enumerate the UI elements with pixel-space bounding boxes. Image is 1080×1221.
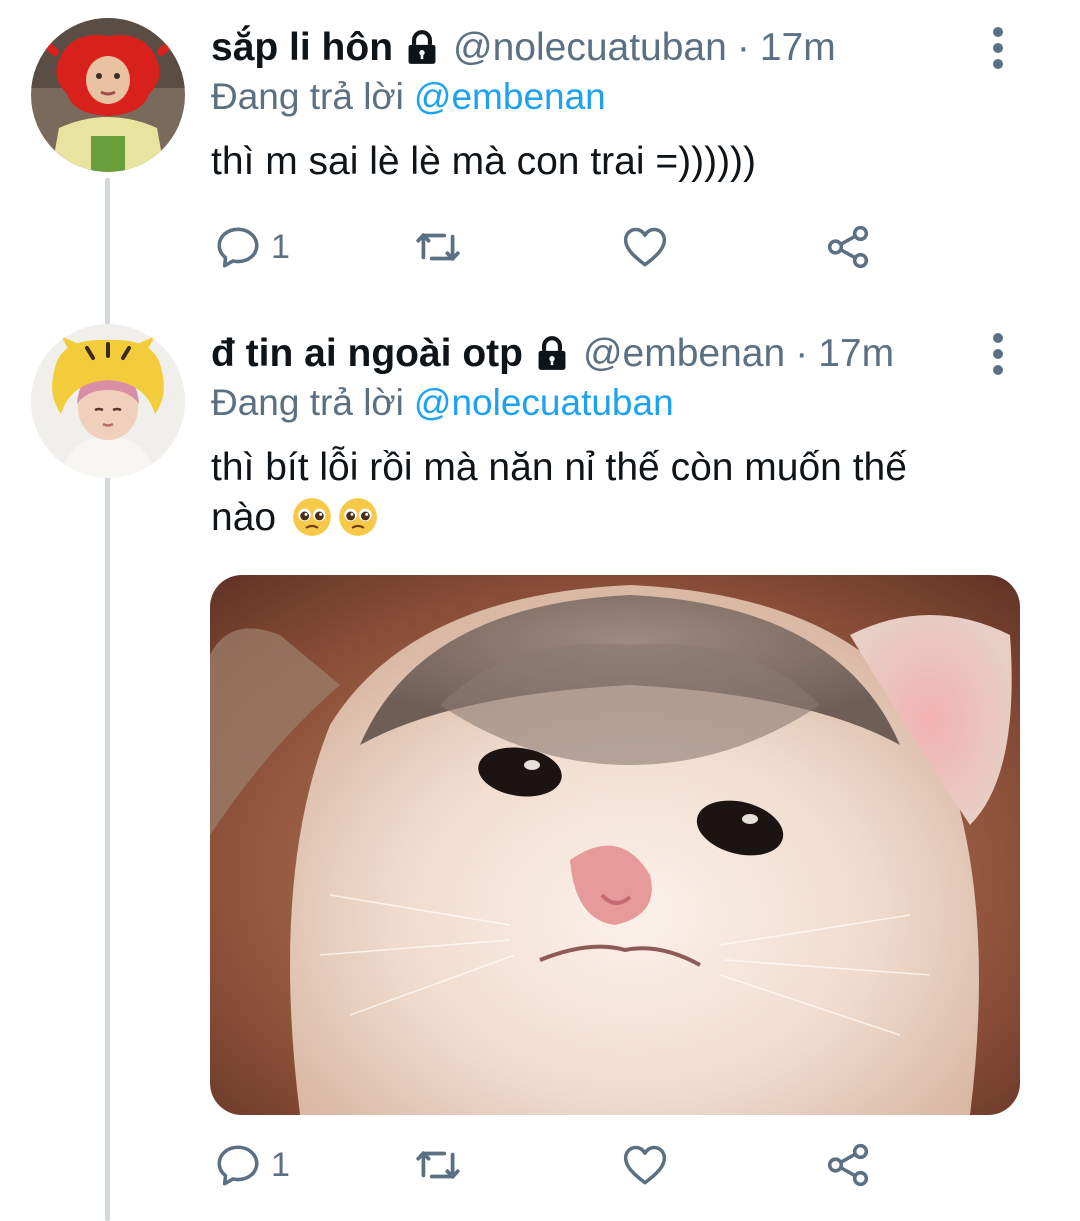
kitten-photo [210, 575, 1020, 1115]
pleading-face-emoji [293, 498, 331, 536]
user-handle[interactable]: @embenan [583, 331, 785, 377]
replying-to: Đang trả lời @embenan [211, 74, 606, 120]
lock-icon [408, 30, 436, 64]
like-button[interactable] [620, 219, 670, 275]
pleading-face-emoji [339, 498, 377, 536]
user-handle[interactable]: @nolecuatuban [453, 25, 727, 71]
display-name[interactable]: sắp li hôn [211, 25, 393, 71]
reply-count: 1 [271, 1145, 290, 1184]
mention-link[interactable]: @nolecuatuban [414, 382, 674, 423]
reply-button[interactable]: 1 [213, 219, 290, 275]
tweet-actions: 1 [213, 219, 893, 275]
tweet-header: đ tin ai ngoài otp @embenan · 17m [211, 331, 960, 377]
more-vertical-icon[interactable] [986, 27, 1010, 69]
share-button[interactable] [823, 1137, 873, 1193]
tweet-text: thì m sai lè lè mà con trai =)))))) [211, 140, 757, 183]
avatar[interactable] [31, 18, 185, 172]
reply-icon [217, 227, 259, 268]
heart-icon [623, 1145, 667, 1185]
replying-to: Đang trả lời @nolecuatuban [211, 380, 674, 426]
more-vertical-icon[interactable] [986, 333, 1010, 375]
mention-link[interactable]: @embenan [414, 76, 606, 117]
tweet-header: sắp li hôn @nolecuatuban · 17m [211, 25, 960, 71]
tweet-actions: 1 [213, 1137, 893, 1193]
reply-count: 1 [271, 227, 290, 266]
retweet-button[interactable] [413, 1137, 463, 1193]
display-name[interactable]: đ tin ai ngoài otp [211, 331, 523, 377]
lock-icon [538, 336, 566, 370]
replying-to-label: Đang trả lời [211, 382, 404, 423]
share-button[interactable] [823, 219, 873, 275]
avatar[interactable] [31, 324, 185, 478]
retweet-button[interactable] [413, 219, 463, 275]
retweet-icon [416, 1151, 460, 1179]
share-icon [827, 225, 869, 269]
replying-to-label: Đang trả lời [211, 76, 404, 117]
share-icon [827, 1143, 869, 1187]
reply-icon [217, 1145, 259, 1186]
separator-dot: · [736, 26, 750, 69]
retweet-icon [416, 233, 460, 261]
tweet-1[interactable]: sắp li hôn @nolecuatuban · 17m Đang trả … [0, 0, 1080, 300]
reply-button[interactable]: 1 [213, 1137, 290, 1193]
timestamp[interactable]: 17m [818, 331, 894, 377]
like-button[interactable] [620, 1137, 670, 1193]
tweet-text: thì bít lỗi rồi mà năn nỉ thế còn muốn t… [211, 443, 980, 543]
tweet-media-image[interactable] [210, 575, 1020, 1115]
timestamp[interactable]: 17m [760, 25, 836, 71]
heart-icon [623, 227, 667, 267]
separator-dot: · [795, 332, 809, 375]
